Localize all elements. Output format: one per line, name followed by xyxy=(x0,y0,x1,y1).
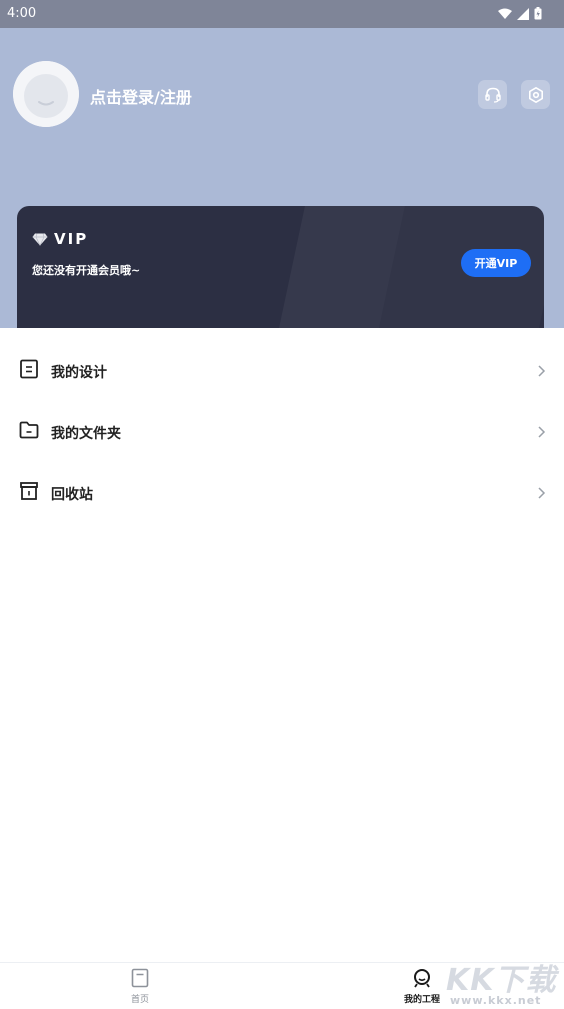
menu-item-label: 我的文件夹 xyxy=(51,426,121,442)
chevron-right-icon xyxy=(538,487,546,499)
signal-icon xyxy=(517,7,529,20)
vip-card: VIP 您还没有开通会员哦~ 开通VIP xyxy=(17,206,544,328)
settings-icon xyxy=(528,86,543,103)
document-icon xyxy=(20,359,38,379)
menu-item-recycle-bin[interactable]: 回收站 xyxy=(0,450,564,511)
nav-item-home[interactable]: 首页 xyxy=(90,963,190,1009)
chevron-right-icon xyxy=(538,365,546,377)
vip-status-text: 您还没有开通会员哦~ xyxy=(32,264,141,277)
nav-label: 首页 xyxy=(130,995,149,1005)
home-icon xyxy=(131,968,149,988)
headset-icon xyxy=(484,87,501,103)
status-icons xyxy=(498,7,542,20)
menu-item-label: 我的设计 xyxy=(51,365,107,381)
avatar[interactable] xyxy=(13,61,79,127)
menu-item-my-folders[interactable]: 我的文件夹 xyxy=(0,389,564,450)
open-vip-button[interactable]: 开通VIP xyxy=(461,249,531,277)
trash-icon xyxy=(20,482,38,500)
avatar-placeholder-icon xyxy=(13,61,79,127)
status-time: 4:00 xyxy=(7,6,37,21)
chevron-right-icon xyxy=(538,426,546,438)
diamond-icon xyxy=(32,232,48,246)
login-register-link[interactable]: 点击登录/注册 xyxy=(90,84,192,108)
watermark-url: www.kkx.net xyxy=(450,994,542,1007)
vip-title: VIP xyxy=(32,230,88,248)
wifi-icon xyxy=(498,8,512,19)
battery-icon xyxy=(534,7,542,20)
profile-icon xyxy=(414,969,430,988)
customer-service-button[interactable] xyxy=(478,80,507,109)
menu-item-my-designs[interactable]: 我的设计 xyxy=(0,328,564,389)
vip-label: VIP xyxy=(54,230,89,248)
settings-button[interactable] xyxy=(521,80,550,109)
status-bar: 4:00 xyxy=(0,0,564,28)
watermark-brand: KK下载 xyxy=(446,963,557,998)
folder-icon xyxy=(19,421,39,439)
menu-item-label: 回收站 xyxy=(51,487,93,503)
watermark: KK下载 www.kkx.net xyxy=(444,953,564,1009)
